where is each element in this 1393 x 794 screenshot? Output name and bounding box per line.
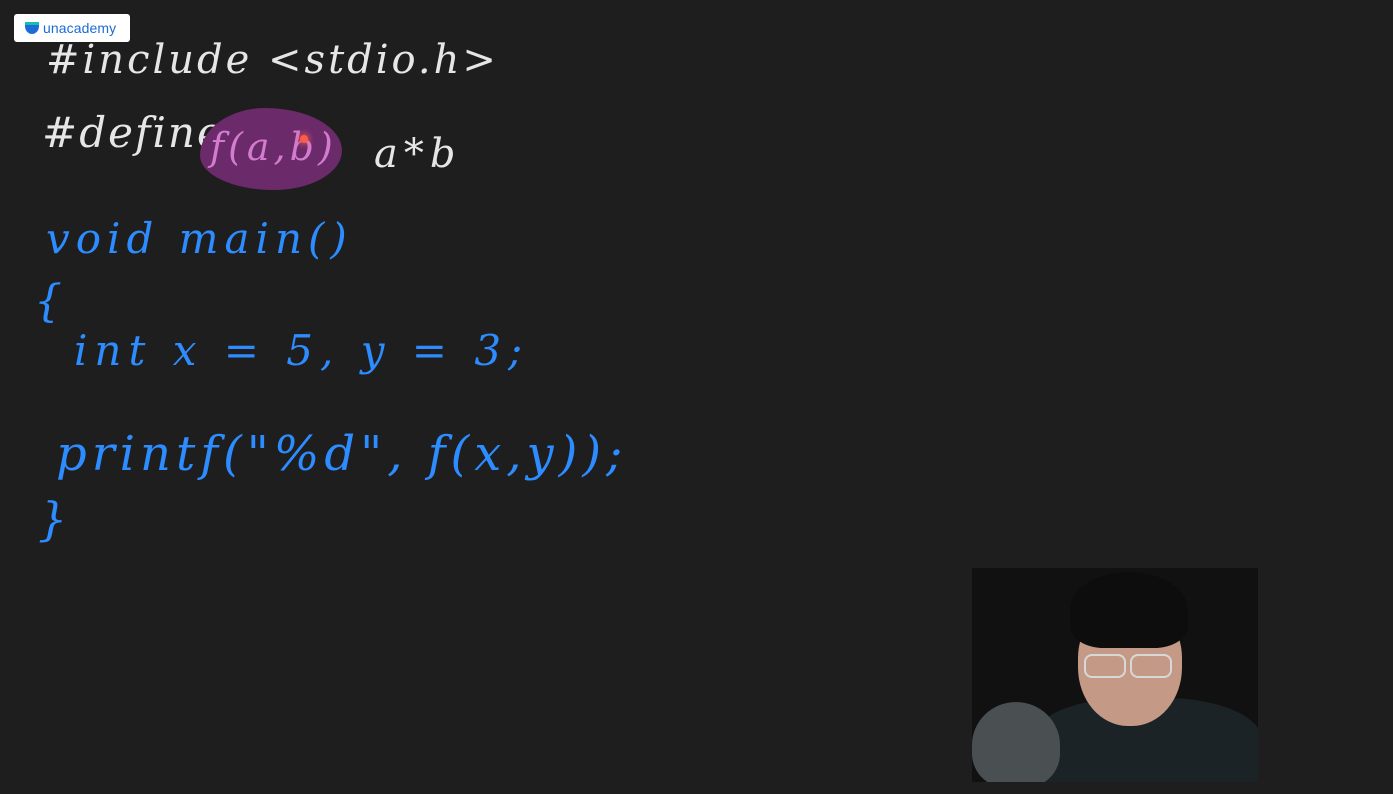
- laser-pointer-icon: [300, 135, 308, 143]
- presenter-hair: [1070, 572, 1188, 648]
- code-define-body: a*b: [374, 131, 462, 177]
- code-line-close-brace: }: [38, 492, 68, 546]
- code-line-open-brace: {: [34, 276, 62, 327]
- microphone-icon: [972, 702, 1060, 782]
- code-define-macro: f(a,b): [210, 125, 337, 169]
- code-line-main: void main(): [46, 214, 353, 263]
- glasses-left-lens: [1084, 654, 1126, 678]
- code-line-printf: printf("%d", f(x,y));: [56, 426, 628, 482]
- code-line-define-keyword: #define: [42, 108, 224, 157]
- logo-wordmark: unacademy: [43, 20, 117, 36]
- code-line-include: #include <stdio.h>: [46, 37, 499, 83]
- unacademy-logo-icon: [25, 22, 39, 34]
- code-line-declaration: int x = 5, y = 3;: [74, 326, 530, 375]
- presenter-webcam: [972, 568, 1258, 782]
- glasses-right-lens: [1130, 654, 1172, 678]
- unacademy-logo: unacademy: [14, 14, 130, 42]
